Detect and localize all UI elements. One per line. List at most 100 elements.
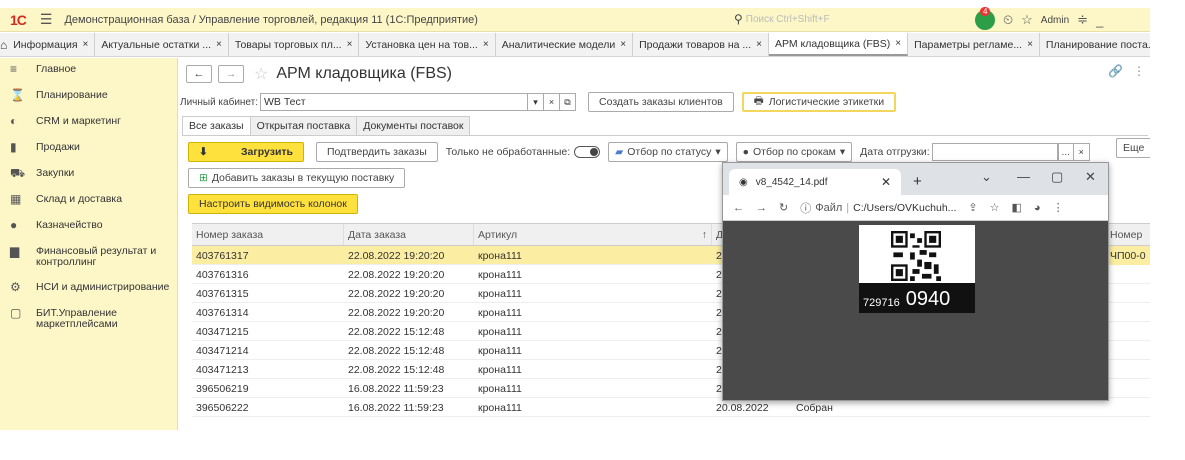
tab-prices[interactable]: Установка цен на тов... ×: [359, 33, 496, 56]
column-number[interactable]: Номер: [1108, 224, 1150, 246]
close-icon[interactable]: ×: [620, 39, 626, 50]
close-icon[interactable]: ×: [216, 39, 222, 50]
home-icon[interactable]: ⌂: [0, 33, 7, 56]
tab-stock[interactable]: Актуальные остатки ... ×: [95, 33, 229, 56]
table-cell: крона111: [478, 345, 522, 357]
settings-menu-icon[interactable]: ≑: [1077, 12, 1088, 28]
close-tab-icon[interactable]: ✕: [881, 175, 891, 189]
column-order-date[interactable]: Дата заказа: [344, 224, 474, 245]
tab-open-supply[interactable]: Открытая поставка: [249, 116, 358, 135]
cabinet-label: Личный кабинет:: [180, 96, 259, 108]
button-label: Загрузить: [240, 146, 293, 158]
tab-supply-docs[interactable]: Документы поставок: [356, 116, 471, 135]
sidebar-item-marketplaces[interactable]: ▢ БИТ.Управление маркетплейсами: [0, 302, 177, 338]
tab-label: Продажи товаров на ...: [639, 38, 752, 51]
link-icon[interactable]: 🔗: [1108, 64, 1123, 78]
sidebar-item-sales[interactable]: ▮ Продажи: [0, 136, 177, 162]
status-filter-button[interactable]: ▰ Отбор по статусу ▾: [608, 142, 728, 162]
treasury-icon: ●: [10, 218, 18, 232]
user-name[interactable]: Admin: [1041, 15, 1069, 26]
column-article[interactable]: Артикул ↑: [474, 224, 712, 245]
history-icon[interactable]: ⏲: [1003, 12, 1013, 28]
table-cell: 403761317: [196, 250, 249, 262]
more-button[interactable]: Еще: [1116, 138, 1150, 158]
sidebar-item-main[interactable]: ≡ Главное: [0, 58, 177, 84]
columns-visibility-button[interactable]: Настроить видимость колонок: [188, 194, 358, 214]
term-filter-button[interactable]: ● Отбор по срокам ▾: [735, 142, 853, 162]
tab-label: АРМ кладовщика (FBS): [775, 37, 891, 50]
tab-label: Установка цен на тов...: [365, 38, 478, 51]
close-icon[interactable]: ×: [895, 38, 901, 49]
tab-params[interactable]: Параметры регламе... ×: [908, 33, 1040, 56]
ship-date-field[interactable]: [931, 143, 1058, 161]
minimize-icon[interactable]: _: [1096, 13, 1103, 28]
reload-icon[interactable]: ↻: [779, 201, 788, 214]
tab-goods[interactable]: Товары торговых пл... ×: [229, 33, 360, 56]
sidebar-item-admin[interactable]: ⚙ НСИ и администрирование: [0, 276, 177, 302]
ship-date-label: Дата отгрузки:: [860, 146, 930, 158]
create-orders-button[interactable]: Создать заказы клиентов: [588, 92, 734, 112]
profile-icon[interactable]: ◕: [1034, 202, 1041, 214]
browser-tab[interactable]: ◉ v8_4542_14.pdf ✕: [729, 169, 901, 195]
tab-planning[interactable]: Планирование поста...: [1040, 33, 1150, 56]
label-number-block: 729716 0940: [859, 283, 975, 313]
table-cell: 403471214: [196, 345, 249, 357]
sidebar-item-crm[interactable]: ◐ CRM и маркетинг: [0, 110, 177, 136]
main-menu-icon[interactable]: ☰: [40, 11, 53, 28]
close-icon[interactable]: ×: [483, 39, 489, 50]
column-order-number[interactable]: Номер заказа: [192, 224, 344, 245]
close-icon[interactable]: ×: [1027, 39, 1033, 50]
back-arrow-icon[interactable]: ←: [733, 202, 744, 214]
tab-sales[interactable]: Продажи товаров на ... ×: [633, 33, 769, 56]
notification-count: 4: [980, 7, 991, 16]
close-window-icon[interactable]: ✕: [1085, 169, 1096, 185]
load-button[interactable]: ⬇ Загрузить: [188, 142, 304, 162]
close-icon[interactable]: ×: [347, 39, 353, 50]
table-cell: 22.08.2022 19:20:20: [348, 250, 445, 262]
sidebar-item-warehouse[interactable]: ▦ Склад и доставка: [0, 188, 177, 214]
select-icon[interactable]: …: [1057, 143, 1074, 161]
favorites-icon[interactable]: ☆: [1021, 12, 1033, 28]
forward-arrow-icon[interactable]: →: [756, 202, 767, 214]
bookmark-star-icon[interactable]: ☆: [990, 201, 1000, 214]
forward-button[interactable]: →: [218, 65, 244, 83]
sidebar-item-treasury[interactable]: ● Казначейство: [0, 214, 177, 240]
sidepanel-icon[interactable]: ◧: [1012, 201, 1022, 214]
menu-dots-icon[interactable]: ⋮: [1053, 201, 1064, 214]
sidebar-item-finance[interactable]: ▆ Финансовый результат и контроллинг: [0, 240, 177, 276]
favorite-star-icon[interactable]: ☆: [254, 64, 268, 84]
button-label: Отбор по срокам: [753, 146, 836, 158]
dropdown-icon[interactable]: ▾: [528, 93, 545, 111]
new-tab-icon[interactable]: +: [913, 173, 922, 190]
more-options-icon[interactable]: ⋮: [1133, 64, 1145, 78]
tab-info[interactable]: Информация ×: [7, 33, 96, 56]
chevron-down-icon[interactable]: ⌄: [981, 169, 992, 185]
global-search[interactable]: ⚲ Поиск Ctrl+Shift+F: [734, 12, 830, 26]
logistic-labels-button[interactable]: 🖶 Логистические этикетки: [741, 92, 897, 112]
clear-icon[interactable]: ×: [1073, 143, 1090, 161]
minimize-icon[interactable]: —: [1017, 169, 1030, 184]
table-cell: крона111: [478, 364, 522, 376]
table-cell: ЧП00-0: [1108, 246, 1150, 265]
close-icon[interactable]: ×: [756, 39, 762, 50]
browser-tab-title: v8_4542_14.pdf: [755, 176, 828, 188]
sidebar-item-planning[interactable]: ⌛ Планирование: [0, 84, 177, 110]
sidebar-item-purchases[interactable]: ⛟ Закупки: [0, 162, 177, 188]
window-title: Демонстрационная база / Управление торго…: [64, 13, 478, 26]
tab-analytics[interactable]: Аналитические модели ×: [496, 33, 634, 56]
address-input[interactable]: C:/Users/OVKuchuh...: [853, 202, 956, 214]
back-button[interactable]: ←: [186, 65, 212, 83]
tab-all-orders[interactable]: Все заказы: [182, 116, 251, 135]
open-icon[interactable]: ⧉: [560, 93, 577, 111]
share-icon[interactable]: ⇪: [968, 201, 977, 214]
notifications-icon[interactable]: 4: [975, 7, 995, 30]
add-orders-button[interactable]: ⊞ Добавить заказы в текущую поставку: [188, 168, 406, 188]
confirm-orders-button[interactable]: Подтвердить заказы: [316, 142, 438, 162]
tab-warehouse-fbs[interactable]: АРМ кладовщика (FBS) ×: [769, 33, 909, 56]
maximize-icon[interactable]: ▢: [1051, 169, 1063, 185]
cart-icon: ⛟: [10, 166, 26, 180]
cabinet-field[interactable]: WB Тест: [260, 93, 529, 111]
only-unprocessed-toggle[interactable]: [574, 146, 601, 158]
clear-icon[interactable]: ×: [544, 93, 561, 111]
close-icon[interactable]: ×: [83, 39, 89, 50]
